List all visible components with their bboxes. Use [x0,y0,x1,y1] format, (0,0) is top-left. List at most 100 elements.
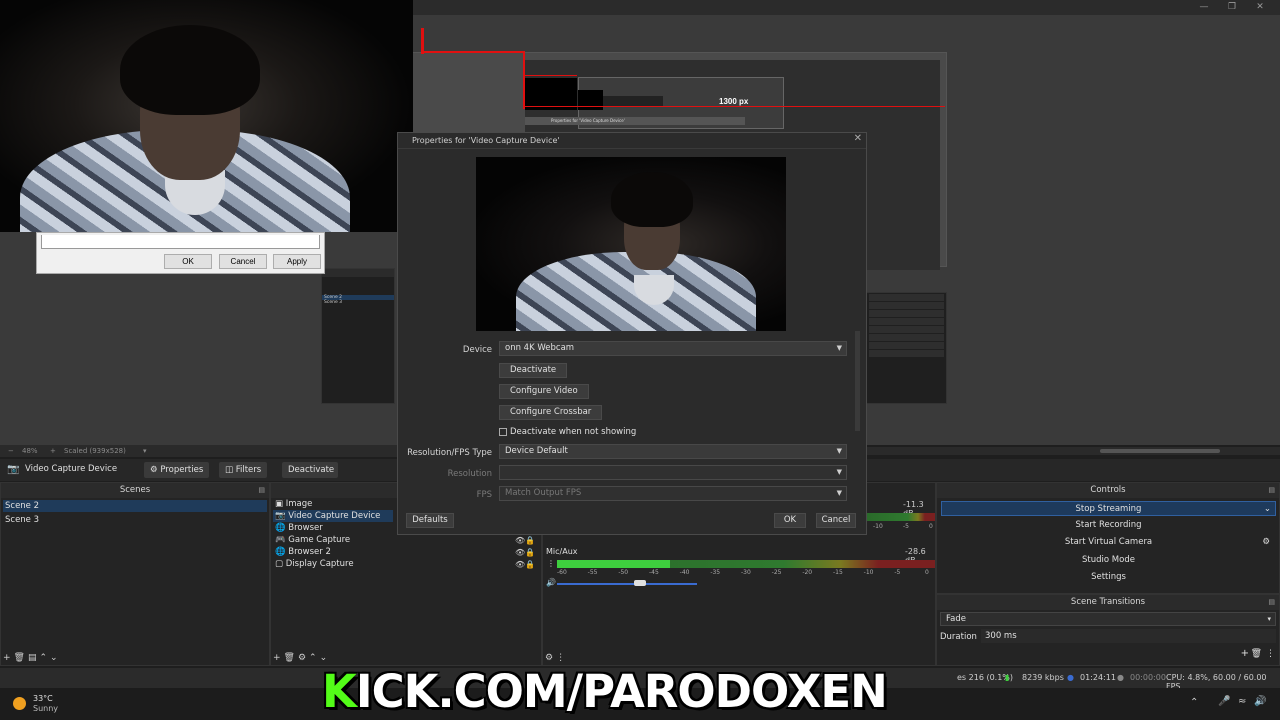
filters-button[interactable]: ◫ Filters [219,462,268,478]
weather-temp: 33°C [33,694,53,703]
source-item[interactable]: 🌐 Browser 2 [273,546,393,558]
scene-item[interactable]: Scene 2 [3,500,267,512]
live-time: 01:24:11 [1080,673,1116,682]
source-item[interactable]: 📷 Video Capture Device [273,510,393,522]
properties-button[interactable]: ⚙ Properties [144,462,210,478]
resolution-label: Resolution [447,469,492,479]
cancel-button[interactable]: Cancel [219,254,267,269]
mixer-tick-label: 0 [925,569,929,576]
defaults-button[interactable]: Defaults [406,513,454,528]
device-select[interactable]: onn 4K Webcam ▼ [499,341,847,356]
track1-meter [867,513,935,521]
mixer-tick-label: -35 [710,569,721,576]
source-item[interactable]: ▣ Image [273,498,393,510]
settings-button[interactable]: Settings [941,570,1276,585]
chevron-down-icon[interactable]: ⌄ [1264,502,1271,517]
chevron-down-icon: ▼ [836,344,842,352]
deactivate-button[interactable]: Deactivate [282,462,338,478]
fps-select[interactable]: Match Output FPS ▼ [499,486,847,501]
dialog-webcam-preview [476,157,786,331]
more-icon[interactable]: ⋮ [1266,649,1275,659]
mixer-tick-label: -40 [679,569,690,576]
chevron-down-icon: ▼ [836,489,842,497]
scene-item[interactable]: Scene 3 [3,514,267,526]
mixer-tick-label: -45 [649,569,659,576]
zoom-dropdown-icon[interactable]: ▾ [143,445,147,457]
trash-icon[interactable]: 🗑 [1251,649,1262,659]
ok-button[interactable]: OK [164,254,212,269]
live-icon: ● [1067,673,1074,682]
camera-icon: 📷 [7,464,20,475]
gear-icon[interactable]: ⚙ [1262,535,1270,550]
fps-label: FPS [476,490,492,500]
deactivate-when-hidden-checkbox[interactable] [499,428,507,436]
record-icon: ● [1117,673,1124,682]
zoom-out-icon[interactable]: − [8,445,14,457]
zoom-level: 48% [22,447,38,455]
deactivate-when-hidden-label: Deactivate when not showing [510,427,637,437]
mixer-menu-icon[interactable]: ⋮ [547,559,555,568]
res-type-select[interactable]: Device Default ▼ [499,444,847,459]
duration-input[interactable]: 300 ms [981,629,1276,643]
guide-size-label: 1300 px [719,97,749,106]
zoom-in-icon[interactable]: + [50,445,56,457]
restore-icon[interactable]: ❐ [1224,2,1240,12]
track2-meter [557,560,935,568]
minimize-icon[interactable]: — [1196,2,1212,12]
cancel-button[interactable]: Cancel [816,513,856,528]
record-time: 00:00:00 [1130,673,1166,682]
mixer-footer-icons[interactable]: ⚙⋮ [545,653,568,663]
deactivate-button[interactable]: Deactivate [499,363,568,378]
wifi-icon[interactable]: ≈ [1238,696,1246,707]
scenes-title: Scenes [119,485,151,495]
source-item[interactable]: ▢ Display Capture [273,558,393,570]
close-icon[interactable]: ✕ [854,133,862,144]
volume-icon[interactable]: 🔊 [1254,696,1266,707]
bitrate: 8239 kbps [1022,673,1064,682]
start-recording-button[interactable]: Start Recording [941,518,1276,533]
configure-crossbar-button[interactable]: Configure Crossbar [499,405,603,420]
track2-volume-slider[interactable] [557,583,697,585]
track2-volume-knob[interactable] [634,580,646,586]
stop-streaming-button[interactable]: Stop Streaming ⌄ [941,501,1276,516]
studio-mode-button[interactable]: Studio Mode [941,553,1276,568]
resolution-select[interactable]: ▼ [499,465,847,480]
dock-float-icon[interactable]: ▤ [1268,595,1275,610]
source-item[interactable]: 🌐 Browser [273,522,393,534]
mic-icon[interactable]: 🎤 [1218,696,1230,707]
dock-float-icon[interactable]: ▤ [258,483,265,498]
guide-line-inner [523,51,525,109]
res-type-label: Resolution/FPS Type [407,448,492,458]
sources-footer-icons[interactable]: +🗑⚙⌃⌄ [273,653,330,663]
scene-transitions-dock: Scene Transitions ▤ Fade ▾ Duration 300 ms… [936,594,1280,666]
mixer-tick-label: -5 [894,569,901,576]
chevron-down-icon: ▼ [836,468,842,476]
close-icon[interactable]: ✕ [1252,2,1268,12]
ok-button[interactable]: OK [774,513,806,528]
guide-line-nested [525,75,577,76]
visibility-lock-icons[interactable]: 👁🔒 👁🔒 👁🔒 [515,535,535,571]
properties-dialog: Properties for 'Video Capture Device' ✕ … [397,132,867,535]
nested-docks [866,292,947,404]
track2-ticks: -60 -55 -50 -45 -40 -35 -30 -25 -20 -15 -10 -5 0 [557,569,935,577]
transition-type-select[interactable]: Fade ▾ [940,612,1276,626]
mixer-tick-label: -60 [557,569,567,576]
mixer-tick-label: -50 [618,569,629,576]
apply-button[interactable]: Apply [273,254,321,269]
add-transition-icon[interactable]: + [1241,648,1249,659]
duration-label: Duration [940,632,977,642]
webcam-feed [0,0,413,232]
properties-scrollbar[interactable] [855,331,860,431]
stream-url-overlay: KICK.COM/PARODOXEN [322,665,888,718]
weather-desc[interactable]: Sunny [33,704,58,713]
mixer-tick-label: -55 [587,569,598,576]
dock-float-icon[interactable]: ▤ [1268,483,1275,498]
speaker-icon[interactable]: 🔊 [546,578,556,587]
preview-zoom-bar: − 48% + Scaled (939x528) ▾ [0,445,400,457]
chevron-up-icon[interactable]: ⌃ [1190,697,1198,708]
scenes-footer-icons[interactable]: +🗑▤⌃⌄ [3,653,61,663]
controls-title: Controls [1090,485,1126,495]
source-item[interactable]: 🎮 Game Capture [273,534,393,546]
configure-video-button[interactable]: Configure Video [499,384,589,399]
start-virtual-camera-button[interactable]: Start Virtual Camera ⚙ [941,535,1276,550]
